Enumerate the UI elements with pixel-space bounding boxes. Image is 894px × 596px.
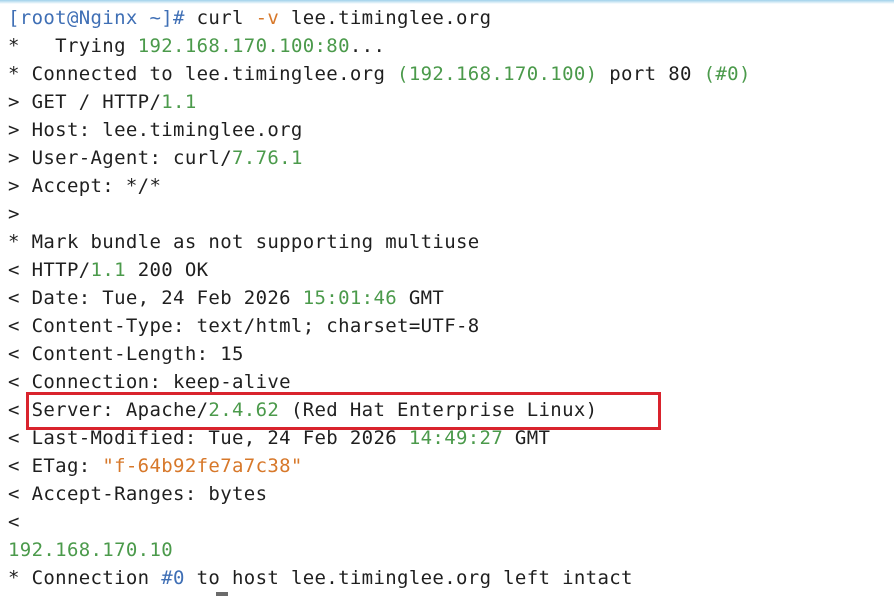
line-segment: < Content-Type: text/html; charset=UTF-8 — [8, 315, 480, 337]
line-segment: 192.168.170.10 — [8, 539, 174, 561]
line-segment: > Accept: */* — [8, 175, 162, 197]
terminal-line: [root@Nginx ~]# curl -v lee.timinglee.or… — [8, 4, 491, 32]
line-segment: < Connection: keep-alive — [8, 371, 291, 393]
line-segment: GMT — [397, 287, 445, 309]
terminal-line: > GET / HTTP/1.1 — [8, 88, 197, 116]
line-segment: < Accept-Ranges: bytes — [8, 483, 268, 505]
line-segment: (192.168.170.100) — [397, 63, 598, 85]
line-segment: < HTTP/ — [8, 259, 91, 281]
terminal-line: 192.168.170.10 — [8, 536, 173, 564]
line-segment: 14:49:27 — [408, 427, 504, 449]
line-segment: < Date: Tue, 24 Feb 2026 — [8, 287, 303, 309]
line-segment: lee.timinglee.org — [279, 7, 492, 29]
line-segment: > GET / HTTP/ — [8, 91, 162, 113]
line-segment: < Server: Apache/ — [8, 399, 209, 421]
terminal-line: < Date: Tue, 24 Feb 2026 15:01:46 GMT — [8, 284, 444, 312]
line-segment: 1.1 — [90, 259, 126, 281]
line-segment: < Content-Length: 15 — [8, 343, 244, 365]
line-segment: < Last-Modified: Tue, 24 Feb 2026 — [8, 427, 409, 449]
terminal-line: < ETag: "f-64b92fe7a7c38" — [8, 452, 303, 480]
line-segment: to host lee.timinglee.org left intact — [184, 567, 633, 589]
terminal-line: < Content-Length: 15 — [8, 340, 244, 368]
line-segment: < ETag: — [8, 455, 103, 477]
line-segment: < — [8, 511, 20, 533]
terminal-line: < Content-Type: text/html; charset=UTF-8 — [8, 312, 480, 340]
line-segment: > — [8, 203, 20, 225]
terminal-line: > — [8, 200, 20, 228]
line-segment: curl — [196, 7, 256, 29]
line-segment: > User-Agent: curl/ — [8, 147, 232, 169]
terminal-line-server-header: < Server: Apache/2.4.62 (Red Hat Enterpr… — [8, 396, 597, 424]
line-segment: 192.168.170.100:80 — [137, 35, 350, 57]
terminal-cursor — [216, 592, 228, 596]
line-segment: * Connection — [8, 567, 162, 589]
line-segment: -v — [255, 7, 280, 29]
line-segment: 2.4.62 — [208, 399, 280, 421]
line-segment: 7.76.1 — [232, 147, 303, 169]
line-segment: 200 OK — [125, 259, 209, 281]
line-segment: > Host: lee.timinglee.org — [8, 119, 303, 141]
line-segment: #0 — [161, 567, 185, 589]
terminal-line: > User-Agent: curl/7.76.1 — [8, 144, 303, 172]
line-segment: * Trying — [8, 35, 138, 57]
line-segment: 1.1 — [161, 91, 197, 113]
terminal-line: < Last-Modified: Tue, 24 Feb 2026 14:49:… — [8, 424, 550, 452]
line-segment: ... — [349, 35, 386, 57]
terminal-line: * Connected to lee.timinglee.org (192.16… — [8, 60, 751, 88]
terminal-output[interactable]: [root@Nginx ~]# curl -v lee.timinglee.or… — [0, 0, 894, 596]
terminal-line: * Trying 192.168.170.100:80... — [8, 32, 385, 60]
line-segment: (#0) — [703, 63, 751, 85]
line-segment: 15:01:46 — [302, 287, 398, 309]
line-segment: (Red Hat Enterprise Linux) — [279, 399, 598, 421]
line-segment: [root@Nginx ~]# — [8, 7, 197, 29]
terminal-line: < — [8, 508, 20, 536]
terminal-line: < Accept-Ranges: bytes — [8, 480, 267, 508]
terminal-line: < Connection: keep-alive — [8, 368, 291, 396]
terminal-line: > Host: lee.timinglee.org — [8, 116, 303, 144]
line-segment: "f-64b92fe7a7c38" — [102, 455, 303, 477]
line-segment: GMT — [503, 427, 551, 449]
terminal-line: > Accept: */* — [8, 172, 161, 200]
line-segment: * Connected to lee.timinglee.org — [8, 63, 398, 85]
terminal-line: * Mark bundle as not supporting multiuse — [8, 228, 480, 256]
terminal-line: < HTTP/1.1 200 OK — [8, 256, 208, 284]
line-segment: * Mark bundle as not supporting multiuse — [8, 231, 480, 253]
terminal-line: * Connection #0 to host lee.timinglee.or… — [8, 564, 633, 592]
line-segment: port 80 — [597, 63, 704, 85]
